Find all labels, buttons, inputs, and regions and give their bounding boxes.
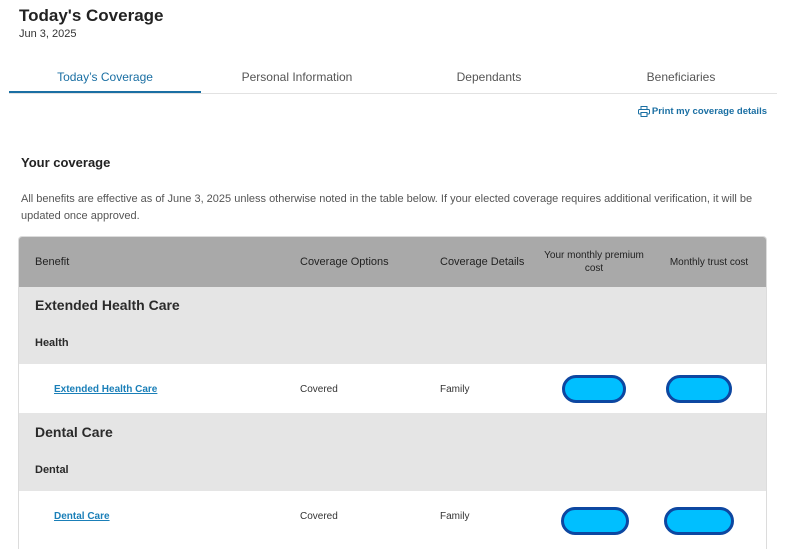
column-header-coverage-details: Coverage Details <box>440 256 525 268</box>
coverage-details-cell: Family <box>440 383 470 395</box>
redacted-premium-cost <box>562 375 626 403</box>
redacted-trust-cost <box>664 507 734 535</box>
coverage-option-cell: Covered <box>300 510 338 522</box>
group-title: Extended Health Care <box>35 297 180 313</box>
tab-bar: Today’s Coverage Personal Information De… <box>9 62 777 94</box>
coverage-option-cell: Covered <box>300 383 338 395</box>
redacted-trust-cost <box>666 375 732 403</box>
table-row: Dental Care Covered Family <box>19 491 766 549</box>
column-header-coverage-options: Coverage Options <box>300 256 389 268</box>
group-dental-care: Dental Care Dental <box>19 414 766 491</box>
table-header: Benefit Coverage Options Coverage Detail… <box>19 237 766 287</box>
page-title: Today's Coverage <box>19 6 164 25</box>
tab-personal-information[interactable]: Personal Information <box>201 62 393 93</box>
coverage-table: Benefit Coverage Options Coverage Detail… <box>18 236 767 549</box>
tab-dependants[interactable]: Dependants <box>393 62 585 93</box>
redacted-premium-cost <box>561 507 629 535</box>
coverage-details-cell: Family <box>440 510 470 522</box>
table-row: Extended Health Care Covered Family <box>19 364 766 414</box>
group-extended-health-care: Extended Health Care Health <box>19 287 766 364</box>
tab-todays-coverage[interactable]: Today’s Coverage <box>9 62 201 93</box>
column-header-monthly-premium: Your monthly premium cost <box>544 250 644 274</box>
tab-beneficiaries[interactable]: Beneficiaries <box>585 62 777 93</box>
print-coverage-link[interactable]: Print my coverage details <box>637 106 767 117</box>
group-title: Dental Care <box>35 424 113 440</box>
group-subtitle: Dental <box>35 464 69 476</box>
print-link-label: Print my coverage details <box>651 106 767 117</box>
benefit-link-extended-health-care[interactable]: Extended Health Care <box>54 364 157 414</box>
column-header-benefit: Benefit <box>35 256 70 268</box>
benefit-link-dental-care[interactable]: Dental Care <box>54 491 110 541</box>
group-subtitle: Health <box>35 337 69 349</box>
section-heading: Your coverage <box>21 155 111 170</box>
coverage-intro-text: All benefits are effective as of June 3,… <box>21 193 753 222</box>
page-date: Jun 3, 2025 <box>19 28 77 40</box>
printer-icon <box>637 106 650 117</box>
column-header-trust-cost: Monthly trust cost <box>669 256 749 268</box>
